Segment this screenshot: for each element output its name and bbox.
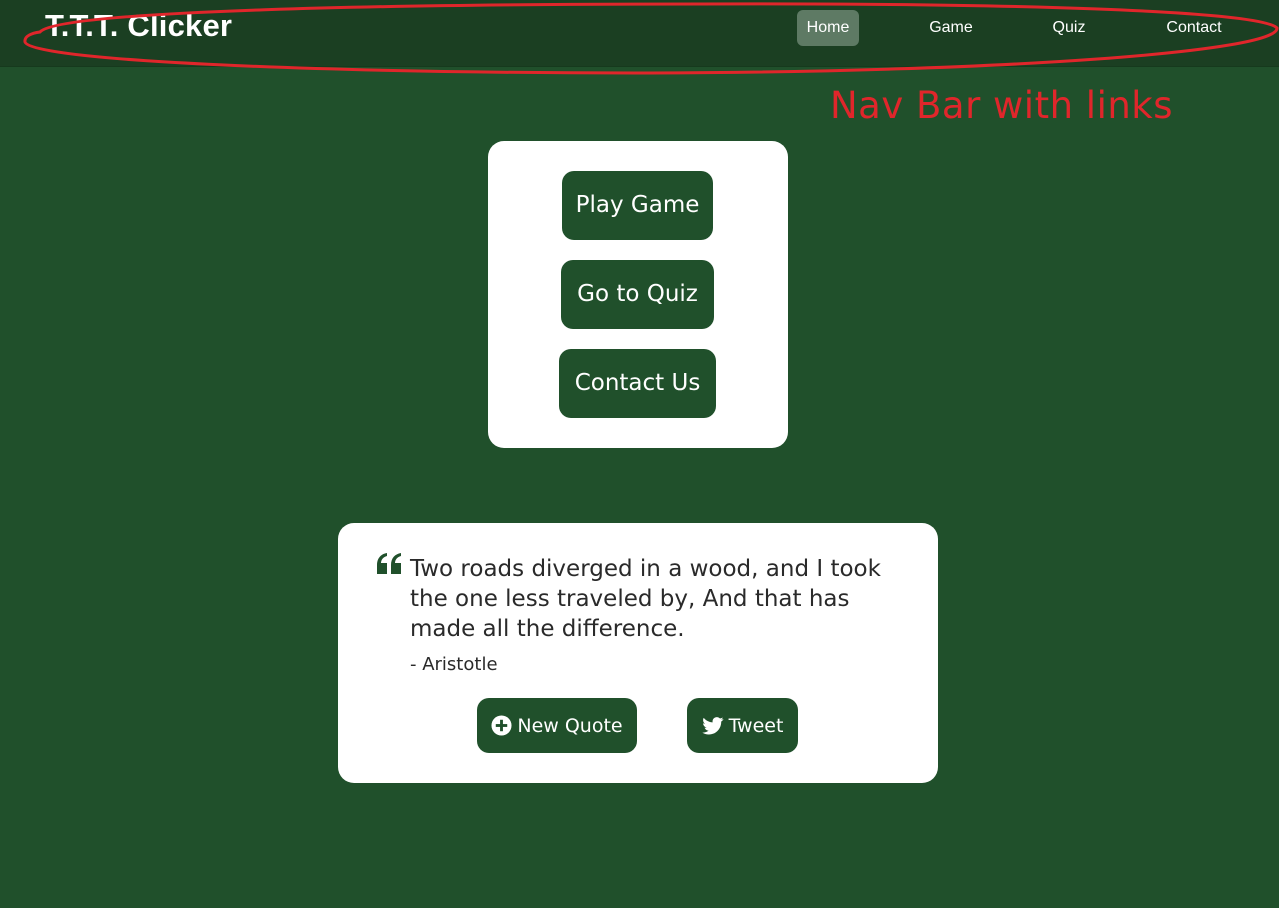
quote-card: Two roads diverged in a wood, and I took…: [338, 523, 938, 783]
nav-link-home[interactable]: Home: [797, 10, 859, 46]
annotation-label: Nav Bar with links: [830, 84, 1174, 127]
contact-us-button[interactable]: Contact Us: [559, 349, 716, 418]
plus-circle-icon: [491, 715, 512, 736]
nav-link-quiz[interactable]: Quiz: [1040, 10, 1098, 46]
quote-icon: [377, 553, 401, 574]
new-quote-button[interactable]: New Quote: [477, 698, 637, 753]
twitter-icon: [701, 716, 724, 735]
quote-text: Two roads diverged in a wood, and I took…: [410, 556, 881, 642]
go-to-quiz-button[interactable]: Go to Quiz: [561, 260, 714, 329]
play-game-button[interactable]: Play Game: [562, 171, 713, 240]
brand-title[interactable]: T.T.T. Clicker: [45, 8, 232, 44]
new-quote-label: New Quote: [517, 714, 623, 737]
tweet-label: Tweet: [728, 714, 784, 737]
menu-card: Play Game Go to Quiz Contact Us: [488, 141, 788, 448]
navbar: T.T.T. Clicker Home Game Quiz Contact: [0, 0, 1279, 67]
nav-link-game[interactable]: Game: [920, 10, 982, 46]
nav-link-contact[interactable]: Contact: [1158, 10, 1230, 46]
quote-author: - Aristotle: [410, 654, 498, 675]
tweet-button[interactable]: Tweet: [687, 698, 798, 753]
